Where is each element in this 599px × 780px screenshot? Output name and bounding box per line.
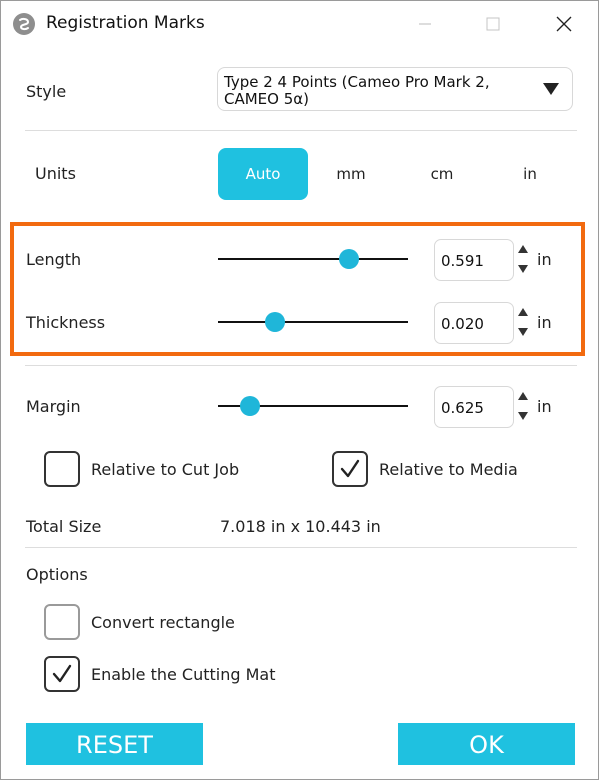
style-dropdown[interactable]: Type 2 4 Points (Cameo Pro Mark 2, CAMEO… — [217, 67, 573, 111]
chevron-down-icon — [543, 83, 559, 95]
maximize-icon — [486, 17, 500, 31]
convert-rectangle-checkbox[interactable] — [44, 604, 80, 640]
ok-button[interactable]: OK — [398, 723, 575, 765]
unit-option-auto[interactable]: Auto — [218, 148, 308, 200]
enable-cutting-mat-checkbox[interactable] — [44, 656, 80, 692]
margin-slider[interactable] — [218, 396, 408, 416]
checkmark-icon — [340, 459, 360, 478]
unit-option-mm[interactable]: mm — [306, 148, 396, 200]
title-bar: Registration Marks — [1, 1, 598, 47]
divider — [25, 547, 577, 548]
minimize-icon — [419, 23, 431, 25]
length-spinner-icon[interactable] — [516, 239, 530, 279]
length-slider[interactable] — [218, 249, 408, 269]
thickness-unit: in — [537, 313, 552, 332]
relative-to-media-label[interactable]: Relative to Media — [379, 460, 518, 479]
length-label: Length — [26, 250, 82, 269]
margin-input[interactable]: 0.625 — [434, 386, 514, 428]
length-slider-thumb[interactable] — [339, 249, 360, 269]
registration-marks-dialog: Registration Marks Style Type 2 4 Points… — [0, 0, 599, 780]
maximize-button[interactable] — [470, 1, 516, 47]
length-slider-track — [218, 258, 408, 260]
minimize-button[interactable] — [402, 1, 448, 47]
thickness-slider-thumb[interactable] — [265, 312, 285, 332]
total-size-value: 7.018 in x 10.443 in — [220, 517, 381, 536]
convert-rectangle-label[interactable]: Convert rectangle — [91, 613, 235, 632]
unit-option-cm[interactable]: cm — [397, 148, 487, 200]
thickness-label: Thickness — [26, 313, 106, 332]
relative-to-media-checkbox[interactable] — [332, 451, 368, 487]
style-selected-value: Type 2 4 Points (Cameo Pro Mark 2, CAMEO… — [224, 73, 490, 108]
close-button[interactable] — [541, 1, 587, 47]
length-value: 0.591 — [441, 252, 484, 270]
margin-label: Margin — [26, 397, 81, 416]
unit-option-in[interactable]: in — [485, 148, 575, 200]
length-input[interactable]: 0.591 — [434, 239, 514, 281]
style-label: Style — [26, 82, 67, 101]
reset-button[interactable]: RESET — [26, 723, 203, 765]
thickness-spinner-icon[interactable] — [516, 302, 530, 342]
thickness-slider-track — [218, 321, 408, 323]
units-label: Units — [35, 164, 76, 183]
length-unit: in — [537, 250, 552, 269]
enable-cutting-mat-label[interactable]: Enable the Cutting Mat — [91, 665, 276, 684]
margin-slider-thumb[interactable] — [240, 396, 261, 416]
margin-spinner-icon[interactable] — [516, 386, 530, 426]
options-label: Options — [26, 565, 88, 584]
margin-value: 0.625 — [441, 399, 484, 417]
thickness-value: 0.020 — [441, 315, 484, 333]
total-size-label: Total Size — [26, 517, 102, 536]
window-title: Registration Marks — [46, 13, 205, 33]
relative-to-cut-job-checkbox[interactable] — [44, 451, 80, 487]
checkmark-icon — [52, 664, 72, 683]
divider — [25, 365, 577, 366]
silhouette-logo-icon — [13, 13, 35, 35]
thickness-slider[interactable] — [218, 312, 408, 332]
relative-to-cut-job-label[interactable]: Relative to Cut Job — [91, 460, 239, 479]
divider — [25, 130, 577, 131]
margin-unit: in — [537, 397, 552, 416]
thickness-input[interactable]: 0.020 — [434, 302, 514, 344]
close-icon — [556, 16, 572, 32]
